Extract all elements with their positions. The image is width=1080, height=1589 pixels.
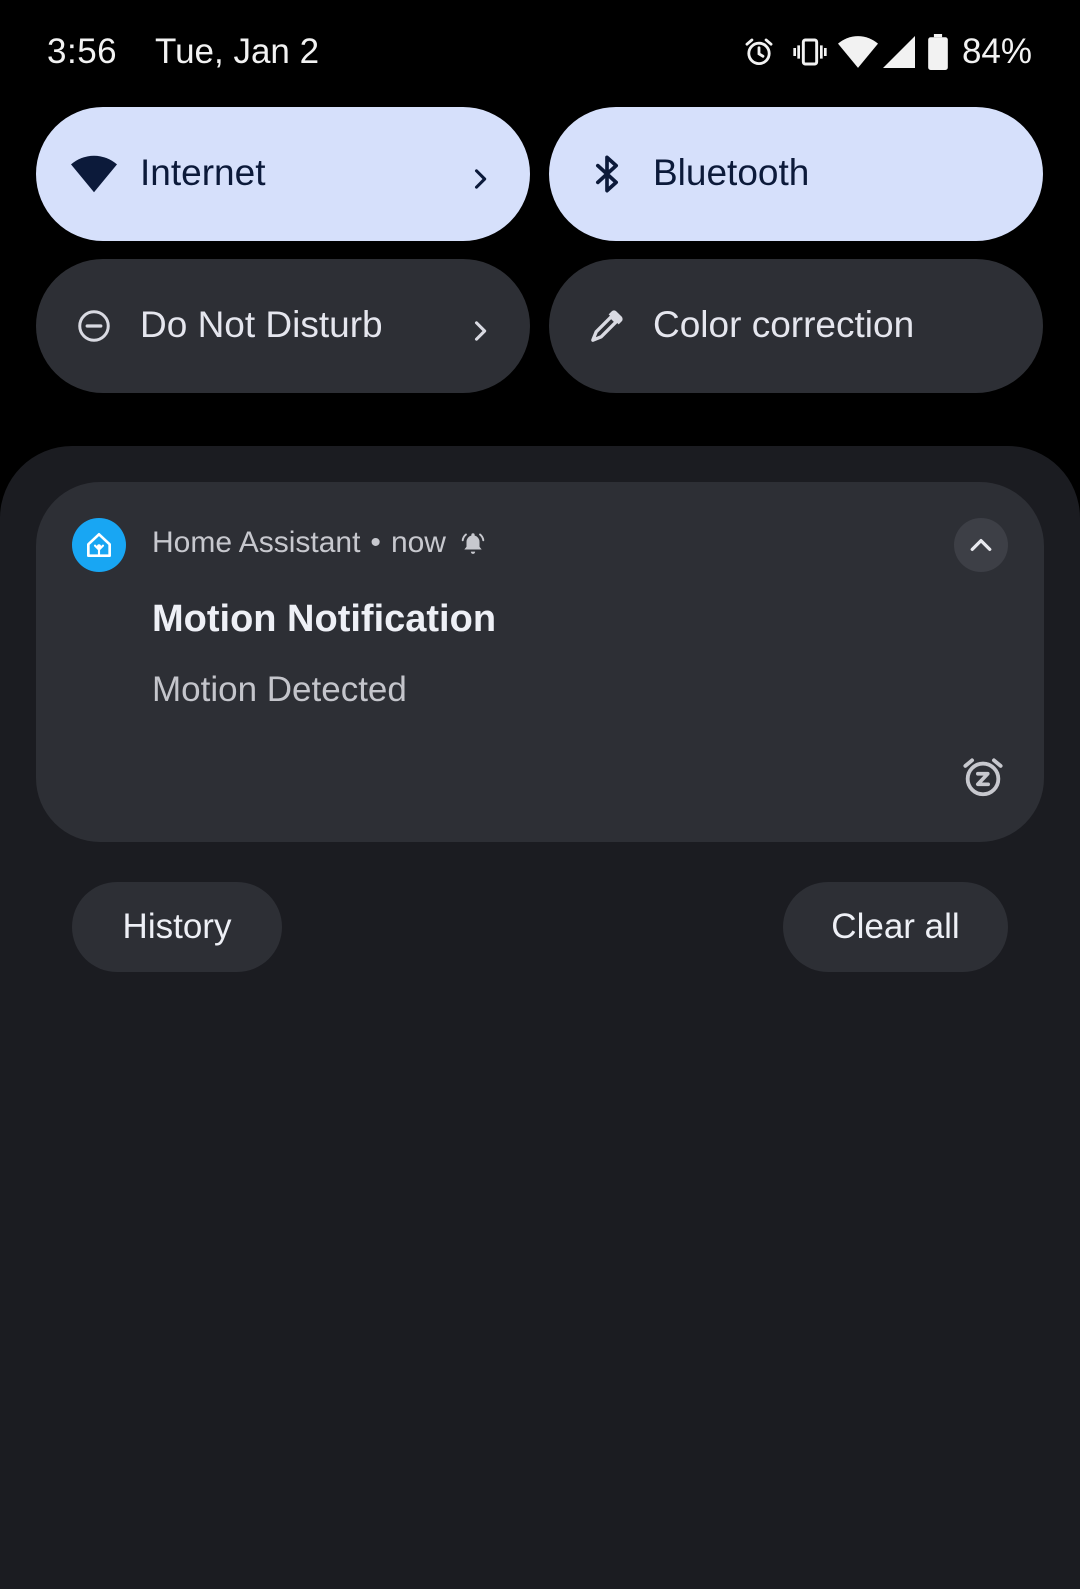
eyedropper-icon [583,302,631,350]
tile-internet[interactable]: Internet [36,107,530,241]
tile-label: Color correction [653,304,915,346]
notification-time: now [390,526,446,559]
notification-text: Motion Detected [152,670,407,709]
alerting-bell-icon [460,530,486,556]
vibrate-icon [784,36,836,68]
tile-color-correction[interactable]: Color correction [549,259,1043,393]
collapse-button[interactable] [954,518,1008,572]
tile-label: Internet [140,152,266,194]
snooze-icon [963,758,1003,797]
tile-do-not-disturb[interactable]: Do Not Disturb [36,259,530,393]
cell-signal-icon [880,36,918,68]
home-assistant-icon [72,518,126,572]
wifi-icon [836,36,880,68]
notification-title: Motion Notification [152,598,497,640]
snooze-button[interactable] [958,752,1008,802]
header-separator: • [370,526,381,559]
notification-header: Home Assistant • now [152,526,486,560]
tile-label: Bluetooth [653,152,810,194]
app-name: Home Assistant [152,526,361,559]
battery-icon [924,34,952,70]
do-not-disturb-icon [70,302,118,350]
history-button[interactable]: History [72,882,282,972]
status-bar: 3:56 Tue, Jan 2 84% [0,0,1080,104]
chevron-right-icon [466,160,494,189]
tile-bluetooth[interactable]: Bluetooth [549,107,1043,241]
clear-all-button[interactable]: Clear all [783,882,1008,972]
status-icons: 84% [734,30,1032,74]
chevron-up-icon [970,539,992,551]
battery-percent: 84% [961,32,1032,71]
chevron-right-icon [466,312,494,341]
wifi-icon [70,150,118,198]
status-date: Tue, Jan 2 [155,32,320,71]
tile-label: Do Not Disturb [140,304,383,346]
notification-card[interactable]: Home Assistant • now Motion Notification… [36,482,1044,842]
bluetooth-icon [583,150,631,198]
status-time: 3:56 [47,32,118,71]
alarm-icon [734,35,784,69]
